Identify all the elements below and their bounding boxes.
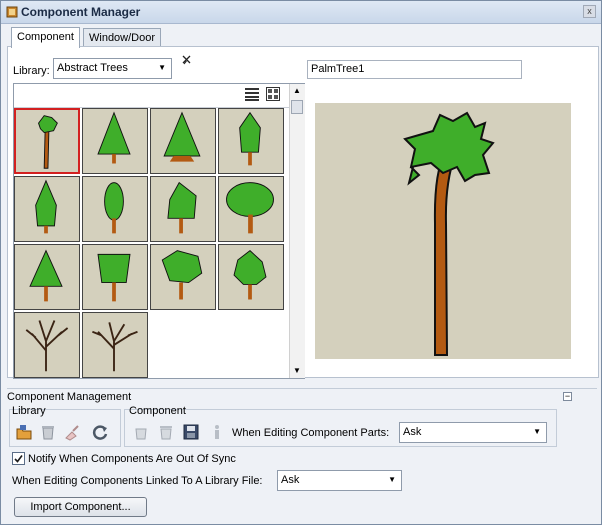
clean-library-icon[interactable] [63,423,81,441]
linked-value: Ask [281,474,300,486]
remove-component-icon[interactable] [157,423,175,441]
oak-tree-icon [226,182,274,234]
library-select-value: Abstract Trees [57,62,128,74]
refresh-icon[interactable] [91,423,109,441]
palm-tree-preview [403,111,495,356]
leaning-tree-thumbnail[interactable] [150,176,216,242]
palm-tree-thumbnail[interactable] [14,108,80,174]
tab-window-door[interactable]: Window/Door [83,28,162,47]
collapse-icon[interactable]: − [563,392,572,401]
narrow-tree-icon [239,111,261,166]
library-label: Library: [13,65,50,77]
info-icon[interactable] [208,423,226,441]
fir-tree-icon [163,111,201,162]
component-group-label: Component [129,405,186,417]
bare-tree-thumbnail[interactable] [14,312,80,378]
bushy-tree-thumbnail[interactable] [82,244,148,310]
scroll-up-icon[interactable]: ▲ [293,86,301,95]
scroll-down-icon[interactable]: ▼ [293,366,301,375]
cone-tree-icon [29,249,63,302]
component-preview [315,103,571,359]
editing-parts-select[interactable]: Ask ▼ [399,422,547,443]
management-header: Component Management [7,391,132,403]
linked-select[interactable]: Ask ▼ [277,470,402,491]
conifer-tree-icon [97,111,131,164]
add-component-icon[interactable] [132,423,150,441]
library-select[interactable]: Abstract Trees ▼ [53,58,172,79]
library-group-label: Library [12,405,46,417]
editing-parts-label: When Editing Component Parts: [232,427,390,439]
chevron-down-icon: ▼ [158,63,166,72]
palm-tree-icon [38,115,58,169]
component-manager-icon [6,6,18,18]
fir-tree-thumbnail[interactable] [150,108,216,174]
spiky-tree-thumbnail[interactable] [218,244,284,310]
cone-tree-thumbnail[interactable] [14,244,80,310]
tab-component[interactable]: Component [11,27,80,48]
component-manager-window: Component Manager x Component Window/Doo… [0,0,602,525]
notify-label[interactable]: Notify When Components Are Out Of Sync [28,453,236,465]
conifer-tree-thumbnail[interactable] [82,108,148,174]
cypress-tree-thumbnail[interactable] [14,176,80,242]
oak-tree-thumbnail[interactable] [218,176,284,242]
leaning-tree-icon [167,181,197,234]
checkmark-icon [14,455,23,463]
shrub-tree-thumbnail[interactable] [150,244,216,310]
editing-parts-value: Ask [403,426,422,438]
component-grid: ▲ ▼ [13,83,305,379]
component-name-field[interactable]: PalmTree1 [307,60,522,79]
save-component-icon[interactable] [182,423,200,441]
bare-tree-icon [25,320,69,372]
chevron-down-icon: ▼ [388,475,396,484]
columnar-tree-icon [104,182,124,234]
chevron-down-icon: ▼ [533,427,541,436]
close-button[interactable]: x [583,5,596,18]
spiky-tree-icon [233,250,267,300]
columnar-tree-thumbnail[interactable] [82,176,148,242]
scrollbar-thumb[interactable] [291,100,303,114]
list-view-icon[interactable] [245,87,259,101]
notify-checkbox[interactable] [12,452,25,465]
linked-label: When Editing Components Linked To A Libr… [12,475,263,487]
cypress-tree-icon [35,179,57,234]
title-bar[interactable]: Component Manager x [1,1,601,24]
management-divider [7,388,597,389]
shrub-tree-icon [161,250,203,300]
bare-tree-2-thumbnail[interactable] [82,312,148,378]
thumbnail-view-icon[interactable] [266,87,280,101]
grid-scrollbar[interactable]: ▲ ▼ [289,84,305,378]
delete-library-icon[interactable] [39,423,57,441]
grid-toolbar [14,84,289,108]
bushy-tree-icon [97,253,131,302]
bare-tree-2-icon [92,322,138,372]
open-library-icon[interactable] [15,423,33,441]
narrow-tree-thumbnail[interactable] [218,108,284,174]
window-title: Component Manager [21,5,141,19]
pin-icon[interactable] [182,55,191,65]
import-component-button[interactable]: Import Component... [14,497,147,517]
